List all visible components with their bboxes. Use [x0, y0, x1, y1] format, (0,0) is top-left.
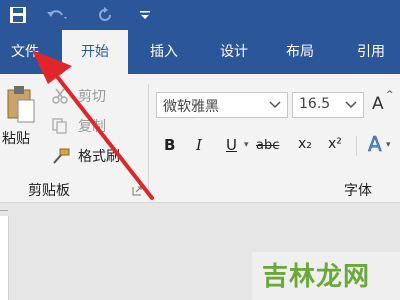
watermark-text: 吉林龙网 — [262, 262, 371, 292]
watermark-logo: 吉林龙网 — [252, 252, 400, 300]
